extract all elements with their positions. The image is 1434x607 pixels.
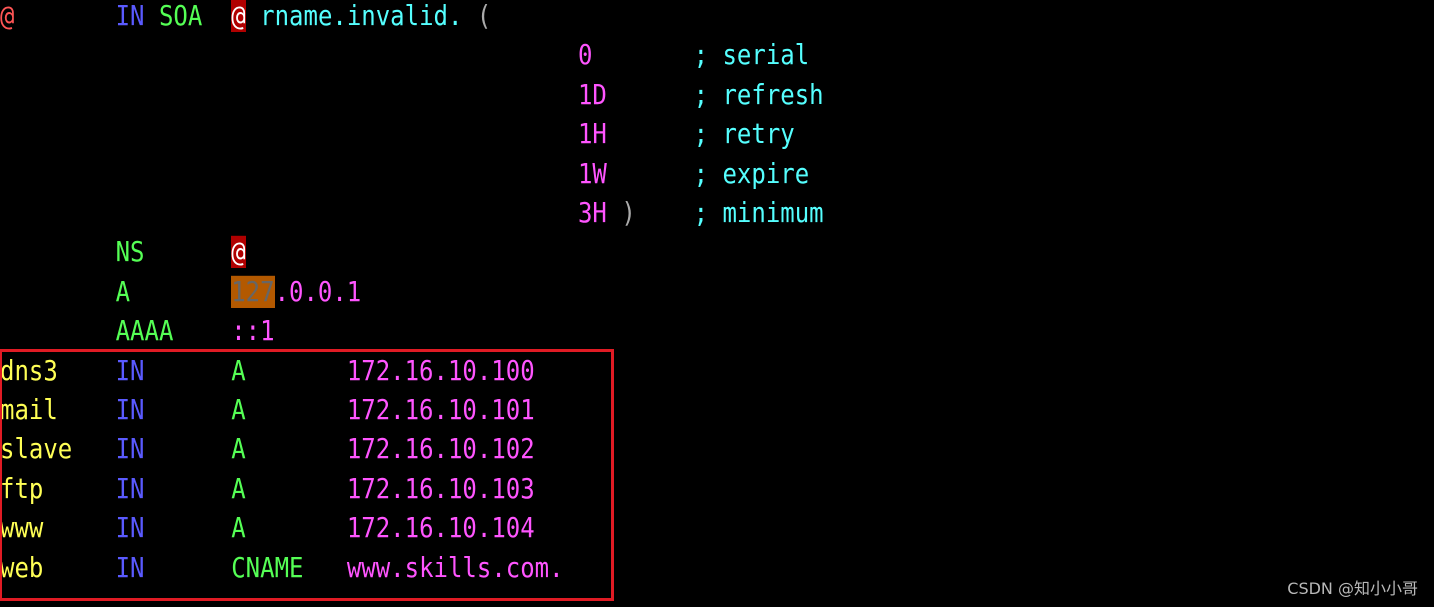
token: @ — [0, 0, 15, 32]
token: 1D — [577, 78, 607, 111]
terminal-line: 1H ; retry — [0, 112, 795, 157]
token: 127 — [231, 275, 275, 308]
watermark: CSDN @知小小哥 — [1287, 579, 1418, 598]
token: @ — [231, 0, 246, 32]
token: ::1 — [231, 314, 275, 348]
token: @ — [231, 236, 246, 269]
token: ( — [476, 0, 492, 32]
terminal-line: 0 ; serial — [0, 33, 809, 78]
token: A — [115, 275, 131, 308]
terminal-line: NS @ — [0, 230, 246, 275]
token: AAAA — [115, 314, 174, 348]
token: NS — [115, 236, 145, 269]
token: ; minimum — [693, 196, 824, 229]
highlight-box — [0, 349, 614, 601]
token: rname.invalid. — [260, 0, 463, 32]
terminal-line: AAAA ::1 — [0, 309, 275, 354]
token: ; retry — [693, 117, 795, 151]
token: 0 — [577, 39, 593, 72]
token: 1W — [577, 157, 607, 190]
token: IN — [115, 0, 145, 32]
token: ) — [606, 196, 636, 229]
token: ; refresh — [693, 78, 824, 111]
token: 1H — [577, 117, 607, 151]
token: 3H — [577, 196, 607, 229]
token: ; serial — [693, 39, 810, 72]
token: SOA — [158, 0, 203, 32]
token: .0.0.1 — [274, 275, 362, 308]
token: ; expire — [693, 157, 810, 190]
